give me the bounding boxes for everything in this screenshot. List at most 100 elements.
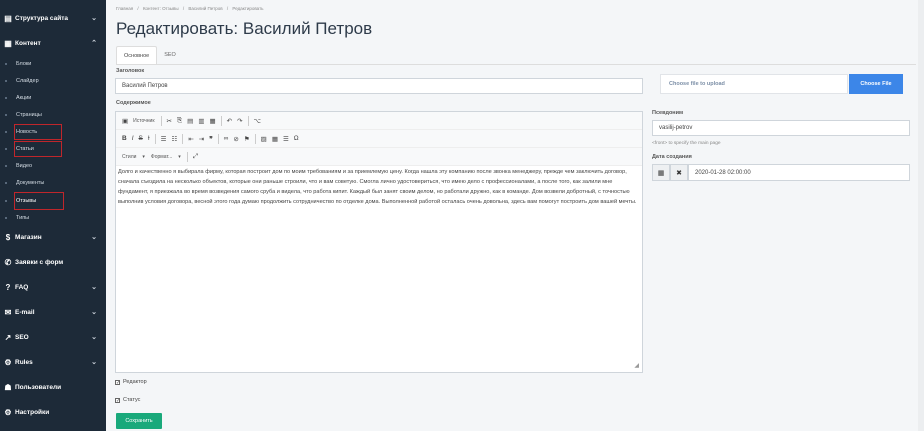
bulleted-list-icon[interactable]: ☷ — [172, 135, 178, 143]
breadcrumb-separator: / — [182, 6, 185, 11]
save-button[interactable]: Сохранить — [116, 413, 162, 429]
checkbox-checked-icon[interactable]: ✓ — [115, 397, 120, 403]
settings-icon: ⚙ — [4, 407, 12, 417]
sidebar-item-settings[interactable]: ⚙ Настройки — [0, 404, 106, 420]
chevron-down-icon: ⌄ — [91, 15, 97, 22]
strike-icon[interactable]: S — [139, 135, 143, 142]
breadcrumb-separator: / — [226, 6, 229, 11]
special-char-icon[interactable]: Ω — [294, 135, 299, 142]
sidebar-item-content[interactable]: ▦ Контент ⌃ — [0, 35, 106, 51]
sidebar-subitem-slider[interactable]: Слайдер — [0, 75, 106, 87]
sidebar-subitem-news[interactable]: Новость — [0, 124, 106, 140]
horizontal-line-icon[interactable]: ☰ — [283, 135, 289, 143]
checkbox-checked-icon[interactable]: ✓ — [115, 379, 120, 385]
spellcheck-icon[interactable]: ⌥ — [254, 117, 262, 125]
sidebar-subitem-video[interactable]: Видео — [0, 160, 106, 172]
breadcrumb: Главная / Контент: Отзывы / Василий Петр… — [116, 6, 267, 11]
outdent-icon[interactable]: ⇤ — [188, 135, 193, 143]
users-icon: ☗ — [4, 382, 12, 392]
bold-icon[interactable]: B — [122, 135, 127, 142]
styles-caret-icon: ▾ — [142, 153, 145, 160]
highlight-box — [14, 124, 62, 140]
sidebar-item-form-requests[interactable]: ✆ Заявки с форм — [0, 254, 106, 270]
sidebar-subitem-documents[interactable]: Документы — [0, 177, 106, 189]
sidebar-subitem-types[interactable]: Типы — [0, 212, 106, 224]
undo-icon[interactable]: ↶ — [227, 117, 232, 125]
redo-icon[interactable]: ↷ — [237, 117, 242, 125]
sidebar-item-label: FAQ — [15, 283, 29, 291]
chevron-down-icon: ⌄ — [91, 234, 97, 241]
paste-icon[interactable]: ▤ — [187, 117, 193, 125]
anchor-icon[interactable]: ⚑ — [244, 135, 250, 143]
title-input[interactable]: Василий Петров — [115, 78, 643, 94]
sidebar-subitem-reviews[interactable]: Отзывы — [0, 192, 106, 210]
sidebar-subitem-blocks[interactable]: Блоки — [0, 58, 106, 70]
date-input[interactable]: 2020-01-28 02:00:00 — [688, 164, 910, 181]
paste-text-icon[interactable]: ▥ — [198, 117, 204, 125]
format-dropdown[interactable]: Формат... — [151, 154, 172, 160]
sidebar-item-label: Контент — [15, 39, 41, 47]
link-icon[interactable]: ∞ — [224, 135, 229, 142]
blockquote-icon[interactable]: ❞ — [209, 135, 213, 143]
tab-seo[interactable]: SEO — [157, 46, 183, 65]
rich-text-editor[interactable]: ▣ Источник ✂ ⎘ ▤ ▥ ▦ ↶ ↷ ⌥ B I S Ɨ ☰ ☷ ⇤… — [115, 111, 643, 373]
sidebar-item-shop[interactable]: $ Магазин ⌄ — [0, 229, 106, 245]
breadcrumb-item[interactable]: Василий Петров — [188, 6, 222, 11]
chart-line-icon: ↗ — [4, 332, 12, 342]
italic-icon[interactable]: I — [132, 135, 134, 142]
indent-icon[interactable]: ⇥ — [199, 135, 204, 143]
sidebar-item-users[interactable]: ☗ Пользователи — [0, 379, 106, 395]
editor-checkbox[interactable]: ✓ Редактор — [115, 379, 147, 385]
unlink-icon[interactable]: ⊘ — [233, 135, 238, 143]
alias-label: Псевдоним — [652, 110, 684, 116]
breadcrumb-home[interactable]: Главная — [116, 6, 133, 11]
source-button[interactable]: Источник — [133, 118, 154, 124]
status-checkbox[interactable]: ✓ Статус — [115, 397, 140, 403]
sidebar-subitem-label: Документы — [16, 180, 45, 186]
copy-icon[interactable]: ⎘ — [177, 117, 182, 125]
file-upload-input[interactable]: Choose file to upload — [660, 74, 848, 94]
paste-word-icon[interactable]: ▦ — [209, 117, 215, 125]
chevron-up-icon: ⌃ — [91, 40, 97, 47]
sidebar-subitem-promotions[interactable]: Акции — [0, 92, 106, 104]
chevron-down-icon: ⌄ — [91, 284, 97, 291]
styles-dropdown[interactable]: Стили — [122, 154, 136, 160]
image-icon[interactable]: ▨ — [261, 135, 267, 143]
editor-checkbox-label: Редактор — [123, 379, 147, 385]
sidebar-item-site-structure[interactable]: ▤ Структура сайта ⌄ — [0, 10, 106, 26]
source-icon[interactable]: ▣ — [122, 117, 128, 125]
numbered-list-icon[interactable]: ☰ — [161, 135, 167, 143]
alias-input[interactable]: vasilij-petrov — [652, 120, 910, 136]
breadcrumb-reviews[interactable]: Контент: Отзывы — [143, 6, 179, 11]
sidebar-item-label: Магазин — [15, 233, 42, 241]
sidebar-item-rules[interactable]: ⚙ Rules ⌄ — [0, 354, 106, 370]
resize-handle-icon[interactable]: ◢ — [634, 362, 639, 369]
chevron-down-icon: ⌄ — [91, 334, 97, 341]
editor-content[interactable]: Долго и качественно я выбирала фирму, ко… — [118, 167, 638, 207]
clear-icon[interactable]: ✖ — [670, 164, 688, 181]
page-scrollbar[interactable] — [918, 0, 924, 431]
tab-main[interactable]: Основное — [116, 46, 158, 65]
sidebar-item-label: Rules — [15, 358, 33, 366]
sidebar-subitem-articles[interactable]: Статьи — [0, 141, 106, 157]
question-icon: ? — [5, 282, 11, 292]
sidebar-item-faq[interactable]: ? FAQ ⌄ — [0, 279, 106, 295]
breadcrumb-current: Редактировать — [232, 6, 264, 11]
calendar-icon[interactable]: ▦ — [652, 164, 670, 181]
sidebar-subitem-label: Блоки — [16, 61, 32, 67]
maximize-icon[interactable]: ⤢ — [193, 153, 198, 161]
remove-format-icon[interactable]: Ɨ — [148, 135, 150, 142]
sidebar-item-email[interactable]: ✉ E-mail ⌄ — [0, 304, 106, 320]
gears-icon: ⚙ — [4, 357, 12, 367]
sidebar-item-label: Структура сайта — [15, 14, 68, 22]
highlight-box — [14, 141, 62, 157]
cut-icon[interactable]: ✂ — [167, 117, 172, 125]
sidebar: ▤ Структура сайта ⌄ ▦ Контент ⌃ Блоки Сл… — [0, 0, 106, 431]
sidebar-item-seo[interactable]: ↗ SEO ⌄ — [0, 329, 106, 345]
sidebar-item-label: SEO — [15, 333, 29, 341]
choose-file-button[interactable]: Choose File — [849, 74, 903, 94]
dollar-icon: $ — [5, 232, 11, 242]
table-icon[interactable]: ▦ — [272, 135, 278, 143]
editor-toolbar-row-3: Стили ▾ Формат... ▾ ⤢ — [116, 148, 642, 166]
sidebar-subitem-pages[interactable]: Страницы — [0, 109, 106, 121]
